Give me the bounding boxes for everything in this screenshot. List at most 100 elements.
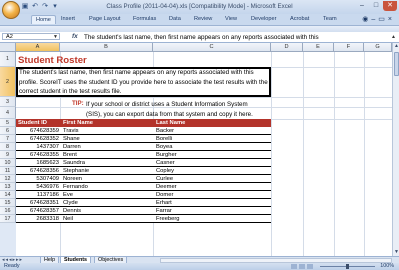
- name-box[interactable]: A2: [2, 33, 60, 40]
- row-header-16[interactable]: 16: [0, 207, 16, 215]
- cell-first-name[interactable]: Dennis: [63, 207, 81, 215]
- tab-team[interactable]: Team: [323, 16, 337, 22]
- column-header-e[interactable]: E: [303, 43, 334, 52]
- cell-last-name[interactable]: Burgher: [156, 151, 177, 159]
- name-box-dropdown-icon[interactable]: ▼: [53, 34, 58, 40]
- select-all-corner[interactable]: [0, 43, 16, 52]
- table-row[interactable]: 2683318 Neil Freeberg: [16, 215, 271, 223]
- tab-page-layout[interactable]: Page Layout: [89, 16, 120, 22]
- tab-formulas[interactable]: Formulas: [133, 16, 156, 22]
- page-layout-view-icon[interactable]: [299, 264, 305, 269]
- cell-last-name[interactable]: Freeberg: [156, 215, 180, 223]
- cell-first-name[interactable]: Clyde: [63, 199, 78, 207]
- scroll-thumb[interactable]: [394, 52, 399, 76]
- cell-first-name[interactable]: Stephanie: [63, 167, 89, 175]
- cell-first-name[interactable]: Darren: [63, 143, 81, 151]
- tab-view[interactable]: View: [225, 16, 237, 22]
- row-header-6[interactable]: 6: [0, 127, 16, 135]
- scroll-down-icon[interactable]: ▼: [393, 249, 399, 256]
- close-button[interactable]: ✕: [383, 1, 397, 11]
- row-header-8[interactable]: 8: [0, 143, 16, 151]
- row-header-11[interactable]: 11: [0, 167, 16, 175]
- cell-student-id[interactable]: 674628356: [16, 167, 59, 175]
- ribbon-restore-icon[interactable]: ▭: [378, 16, 388, 23]
- cell-student-id[interactable]: 1437307: [16, 143, 59, 151]
- header-student-id[interactable]: Student ID: [18, 119, 47, 127]
- column-header-d[interactable]: D: [271, 43, 303, 52]
- vertical-scrollbar[interactable]: ▲ ▼: [392, 43, 399, 256]
- cell-last-name[interactable]: Farrar: [156, 207, 172, 215]
- cell-last-name[interactable]: Borelli: [156, 135, 172, 143]
- table-row[interactable]: 1137186 Eve Domer: [16, 191, 271, 199]
- header-first-name[interactable]: First Name: [63, 119, 93, 127]
- column-header-c[interactable]: C: [153, 43, 271, 52]
- cell-student-id[interactable]: 1137186: [16, 191, 59, 199]
- row-header-13[interactable]: 13: [0, 183, 16, 191]
- column-header-g[interactable]: G: [364, 43, 392, 52]
- row-header-17[interactable]: 17: [0, 215, 16, 223]
- table-row[interactable]: 674628356 Stephanie Copley: [16, 167, 271, 175]
- cell-student-id[interactable]: 5307409: [16, 175, 59, 183]
- row-header-1[interactable]: 1: [0, 52, 16, 67]
- description-cell[interactable]: The student's last name, then first name…: [16, 67, 271, 97]
- table-row[interactable]: 674628352 Shane Borelli: [16, 135, 271, 143]
- tab-developer[interactable]: Developer: [251, 16, 277, 22]
- row-header-5[interactable]: 5: [0, 119, 16, 127]
- scroll-up-icon[interactable]: ▲: [393, 43, 399, 50]
- tab-home[interactable]: Home: [31, 15, 56, 24]
- minimize-button[interactable]: –: [355, 1, 369, 11]
- page-break-view-icon[interactable]: [307, 264, 313, 269]
- tab-data[interactable]: Data: [169, 16, 181, 22]
- cell-student-id[interactable]: 674628352: [16, 135, 59, 143]
- zoom-slider-thumb[interactable]: [346, 264, 349, 269]
- row-header-12[interactable]: 12: [0, 175, 16, 183]
- row-header-10[interactable]: 10: [0, 159, 16, 167]
- row-header-9[interactable]: 9: [0, 151, 16, 159]
- tab-acrobat[interactable]: Acrobat: [290, 16, 309, 22]
- worksheet-grid[interactable]: Student Roster The student's last name, …: [16, 52, 392, 256]
- row-header-15[interactable]: 15: [0, 199, 16, 207]
- cell-first-name[interactable]: Fernando: [63, 183, 88, 191]
- header-last-name[interactable]: Last Name: [156, 119, 185, 127]
- cell-first-name[interactable]: Saundra: [63, 159, 85, 167]
- table-row[interactable]: 674628355 Brent Burgher: [16, 151, 271, 159]
- table-row[interactable]: 674628357 Dennis Farrar: [16, 207, 271, 215]
- cell-first-name[interactable]: Travis: [63, 127, 79, 135]
- cell-student-id[interactable]: 5436976: [16, 183, 59, 191]
- cell-last-name[interactable]: Erhart: [156, 199, 172, 207]
- cell-last-name[interactable]: Copley: [156, 167, 174, 175]
- zoom-level[interactable]: 100%: [380, 263, 394, 270]
- cell-first-name[interactable]: Brent: [63, 151, 77, 159]
- table-row[interactable]: 674628351 Clyde Erhart: [16, 199, 271, 207]
- cell-first-name[interactable]: Neil: [63, 215, 73, 223]
- table-row[interactable]: 5307409 Noreen Curlee: [16, 175, 271, 183]
- table-row[interactable]: 1437307 Darren Boyea: [16, 143, 271, 151]
- cell-first-name[interactable]: Noreen: [63, 175, 82, 183]
- row-header-14[interactable]: 14: [0, 191, 16, 199]
- table-row[interactable]: 674628359 Travis Backer: [16, 127, 271, 135]
- table-row[interactable]: 1685623 Saundra Casner: [16, 159, 271, 167]
- column-header-a[interactable]: A: [16, 43, 60, 52]
- help-icon[interactable]: ◉: [362, 16, 371, 23]
- cell-student-id[interactable]: 674628359: [16, 127, 59, 135]
- formula-bar-expand-icon[interactable]: ▲: [391, 34, 396, 40]
- cell-last-name[interactable]: Backer: [156, 127, 174, 135]
- formula-input[interactable]: The student's last name, then first name…: [84, 34, 384, 41]
- row-header-2[interactable]: 2: [0, 67, 16, 97]
- table-row[interactable]: 5436976 Fernando Deemer: [16, 183, 271, 191]
- cell-first-name[interactable]: Eve: [63, 191, 73, 199]
- cell-student-id[interactable]: 2683318: [16, 215, 59, 223]
- cell-student-id[interactable]: 674628357: [16, 207, 59, 215]
- row-header-4[interactable]: 4: [0, 107, 16, 119]
- cell-first-name[interactable]: Shane: [63, 135, 80, 143]
- tab-review[interactable]: Review: [194, 16, 212, 22]
- column-header-f[interactable]: F: [334, 43, 364, 52]
- cell-last-name[interactable]: Deemer: [156, 183, 177, 191]
- insert-function-icon[interactable]: fx: [72, 33, 78, 40]
- row-header-7[interactable]: 7: [0, 135, 16, 143]
- normal-view-icon[interactable]: [291, 264, 297, 269]
- ribbon-close-icon[interactable]: ×: [388, 16, 395, 23]
- tab-insert[interactable]: Insert: [61, 16, 75, 22]
- cell-student-id[interactable]: 674628355: [16, 151, 59, 159]
- cell-student-id[interactable]: 674628351: [16, 199, 59, 207]
